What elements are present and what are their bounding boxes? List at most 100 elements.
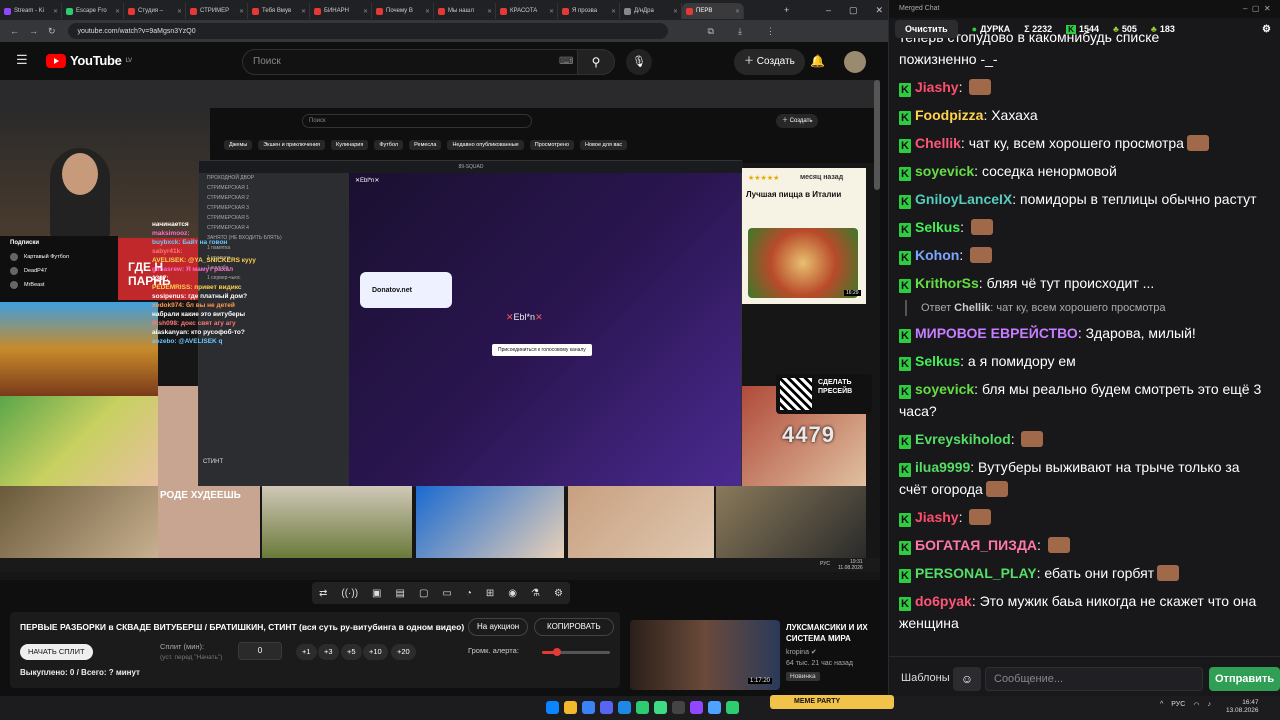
avatar[interactable] [844, 51, 866, 73]
tab-close-icon[interactable]: ✕ [611, 8, 619, 15]
extensions-icon[interactable]: ⧉ [708, 26, 714, 37]
minimize-icon[interactable]: – [826, 5, 831, 15]
new-tab-icon[interactable]: + [784, 5, 789, 15]
kick-icon[interactable] [726, 701, 739, 714]
twitch-icon[interactable] [690, 701, 703, 714]
browser-tab[interactable]: ПЕРВ ✕ [682, 3, 744, 19]
split-step-button[interactable]: +3 [318, 644, 339, 660]
discord-icon[interactable] [600, 701, 613, 714]
player-tool-icon[interactable]: ▢ [419, 588, 428, 599]
stream-video[interactable]: Поиск ＋ Создать Джемы Экшен и приключения… [0, 80, 880, 580]
chat-username[interactable]: soyevick [915, 163, 974, 179]
player-tool-icon[interactable]: ▤ [396, 588, 405, 599]
alert-volume-slider[interactable] [542, 648, 610, 656]
browser-tab[interactable]: КРАСОТА ✕ [496, 3, 558, 19]
tab-close-icon[interactable]: ✕ [53, 8, 61, 15]
browser-menu-icon[interactable]: ⋮ [766, 26, 775, 37]
browser-tab[interactable]: Escape Fro ✕ [62, 3, 124, 19]
spotify-icon[interactable] [636, 701, 649, 714]
url-field[interactable]: youtube.com/watch?v=9aMgsn3YzQ0 [67, 23, 668, 39]
player-tool-icon[interactable]: ((·)) [341, 588, 358, 599]
chat-window-controls[interactable]: – ▢ ✕ [1243, 0, 1271, 18]
start-icon[interactable] [546, 701, 559, 714]
browser-tab[interactable]: БИНАРН ✕ [310, 3, 372, 19]
chat-username[interactable]: soyevick [915, 381, 974, 397]
browser-tab[interactable]: СТРИМЕР ✕ [186, 3, 248, 19]
taskbar-clock[interactable]: 16:47 13.08.2026 [1226, 699, 1259, 715]
obs-icon[interactable] [708, 701, 721, 714]
create-button[interactable]: ＋ Создать [734, 49, 805, 75]
start-split-button[interactable]: НАЧАТЬ СПЛИТ [20, 644, 93, 660]
browser-tab[interactable]: Почему В ✕ [372, 3, 434, 19]
chat-username[interactable]: do6pyak [915, 593, 972, 609]
player-tool-icon[interactable]: ⚗ [531, 588, 540, 599]
chat-username[interactable]: Selkus [915, 219, 960, 235]
player-tool-icon[interactable]: ▣ [372, 588, 381, 599]
xbox-icon[interactable] [654, 701, 667, 714]
split-step-button[interactable]: +1 [296, 644, 317, 660]
chat-username[interactable]: БОГАТАЯ_ПИЗДА [915, 537, 1037, 553]
tab-close-icon[interactable]: ✕ [425, 8, 433, 15]
browser-tab[interactable]: Студия – ✕ [124, 3, 186, 19]
split-step-button[interactable]: +10 [363, 644, 388, 660]
search-button[interactable]: ⚲ [577, 49, 615, 75]
auction-button[interactable]: На аукцион [468, 618, 529, 636]
terminal-icon[interactable] [672, 701, 685, 714]
chat-username[interactable]: Kohon [915, 247, 959, 263]
voice-search-button[interactable]: 🎙 [626, 49, 652, 75]
alert-volume-knob[interactable] [552, 648, 561, 656]
chat-username[interactable]: KrithorSs [915, 275, 979, 291]
wifi-icon[interactable]: ◠ [1193, 701, 1199, 709]
chrome-icon[interactable] [564, 701, 577, 714]
tray-chevron-icon[interactable]: ^ [1160, 701, 1163, 709]
keyboard-icon[interactable]: ⌨ [559, 50, 573, 74]
tab-close-icon[interactable]: ✕ [673, 8, 681, 15]
forward-icon[interactable]: → [29, 26, 38, 37]
player-tool-icon[interactable]: ⚙ [554, 588, 563, 599]
chat-username[interactable]: Selkus [915, 353, 960, 369]
reload-icon[interactable]: ↻ [48, 26, 56, 37]
tab-close-icon[interactable]: ✕ [115, 8, 123, 15]
recommended-video[interactable]: 1:17:20 ЛУКСМАКСИКИ И ИХ СИСТЕМА МИРА kr… [628, 618, 880, 690]
download-icon[interactable]: ⤓ [738, 26, 742, 37]
back-icon[interactable]: ← [10, 26, 19, 37]
chat-username[interactable]: Evreyskiholod [915, 431, 1011, 447]
browser-tab[interactable]: Д/нДра ✕ [620, 3, 682, 19]
files-icon[interactable] [582, 701, 595, 714]
notifications-bell-icon[interactable]: 🔔 [810, 54, 825, 68]
tab-close-icon[interactable]: ✕ [301, 8, 309, 15]
recommended-thumbnail[interactable]: 1:17:20 [630, 620, 780, 690]
split-step-button[interactable]: +20 [391, 644, 416, 660]
split-step-button[interactable]: +5 [341, 644, 362, 660]
browser-tab[interactable]: Stream - Ki ✕ [0, 3, 62, 19]
player-tool-icon[interactable]: ⇄ [319, 588, 327, 599]
player-tool-icon[interactable]: ◔ [466, 588, 472, 599]
language-indicator[interactable]: РУС [1171, 701, 1185, 709]
browser-tab[interactable]: Я прозва ✕ [558, 3, 620, 19]
tab-close-icon[interactable]: ✕ [549, 8, 557, 15]
tab-close-icon[interactable]: ✕ [239, 8, 247, 15]
settings-gear-icon[interactable]: ⚙ [1262, 24, 1271, 35]
search-input[interactable]: Поиск ⌨ [242, 49, 578, 75]
copy-button[interactable]: КОПИРОВАТЬ [534, 618, 614, 636]
chat-username[interactable]: Jiashy [915, 509, 959, 525]
player-tool-icon[interactable]: ⊞ [486, 588, 494, 599]
chat-username[interactable]: Chellik [915, 135, 961, 151]
chat-username[interactable]: PERSONAL_PLAY [915, 565, 1037, 581]
tab-close-icon[interactable]: ✕ [363, 8, 371, 15]
chat-username[interactable]: МИРОВОЕ ЕВРЕЙСТВО [915, 325, 1078, 341]
send-button[interactable]: Отправить [1209, 667, 1280, 691]
tab-close-icon[interactable]: ✕ [177, 8, 185, 15]
player-tool-icon[interactable]: ◉ [508, 588, 517, 599]
steam-icon[interactable] [618, 701, 631, 714]
split-input[interactable]: 0 [238, 642, 282, 660]
maximize-icon[interactable]: ▢ [849, 5, 858, 16]
youtube-logo[interactable]: YouTube LV [46, 53, 132, 68]
chat-username[interactable]: Foodpizza [915, 107, 983, 123]
chat-username[interactable]: Jiashy [915, 79, 959, 95]
templates-button[interactable]: Шаблоны [895, 667, 956, 689]
volume-icon[interactable]: ♪ [1207, 701, 1211, 709]
hamburger-menu-icon[interactable]: ☰ [16, 52, 28, 68]
chat-username[interactable]: GniloyLanceIX [915, 191, 1012, 207]
clear-chat-button[interactable]: Очистить [895, 20, 958, 38]
